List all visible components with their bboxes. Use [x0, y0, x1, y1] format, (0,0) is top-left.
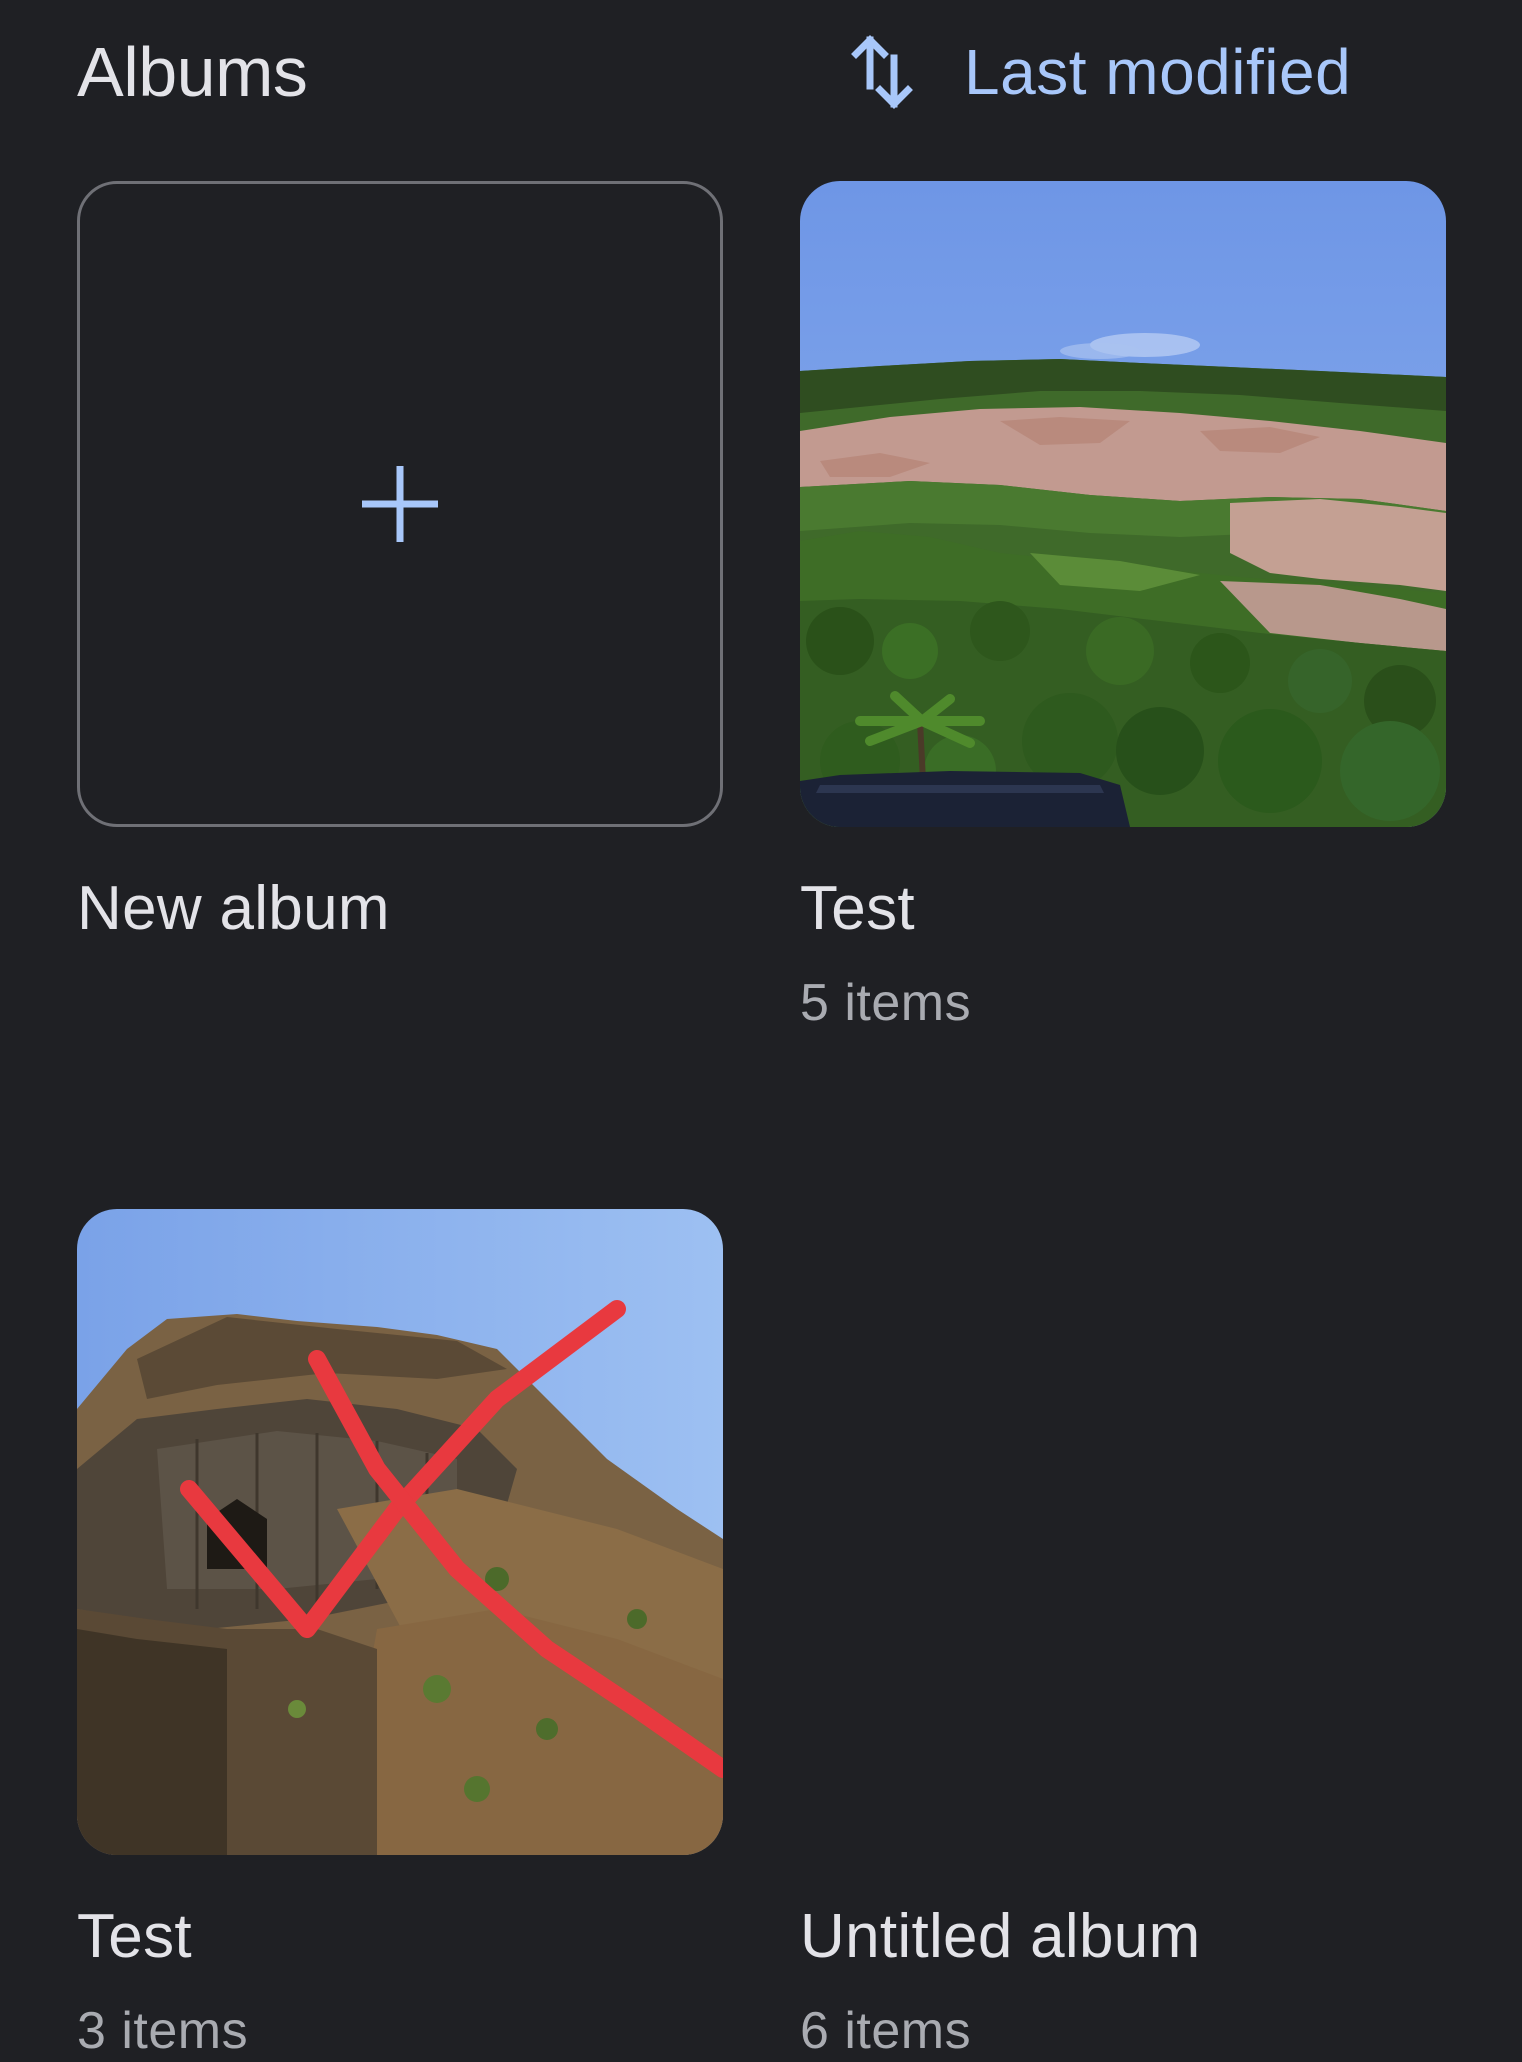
album-item-count: 5 items [800, 974, 972, 1032]
swap-vert-icon [846, 30, 918, 114]
fort-photo [77, 1209, 723, 1855]
album-thumbnail[interactable] [77, 1209, 723, 1855]
new-album-tile[interactable] [77, 181, 723, 827]
sort-button[interactable]: Last modified [846, 22, 1351, 122]
album-name[interactable]: New album [77, 872, 390, 946]
albums-header: Albums Last modified [0, 0, 1522, 150]
page-title: Albums [77, 33, 308, 111]
plus-icon [360, 464, 440, 544]
album-item-count: 6 items [800, 2002, 972, 2060]
sort-label: Last modified [964, 36, 1352, 108]
hillside-photo [800, 181, 1446, 827]
album-item-count: 3 items [77, 2002, 249, 2060]
album-thumbnail[interactable] [800, 181, 1446, 827]
album-name[interactable]: Untitled album [800, 1900, 1201, 1974]
album-name[interactable]: Test [800, 872, 915, 946]
album-name[interactable]: Test [77, 1900, 192, 1974]
